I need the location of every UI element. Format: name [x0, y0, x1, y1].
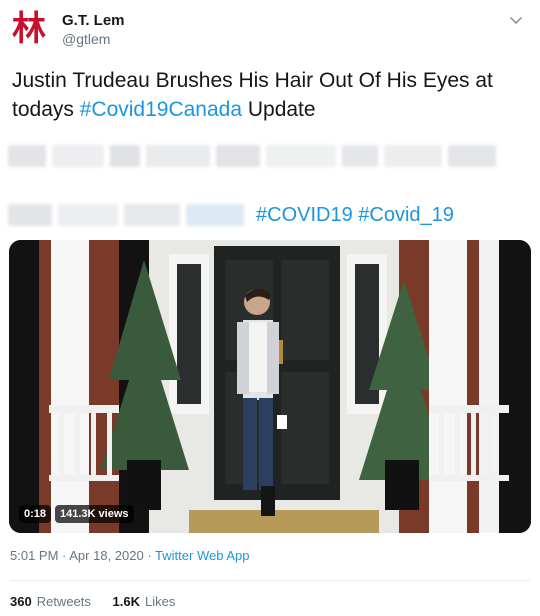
tweet-time[interactable]: 5:01 PM — [10, 548, 58, 563]
user-handle[interactable]: @gtlem — [62, 31, 110, 47]
tweet-stats: 360 Retweets 1.6K Likes — [10, 594, 193, 609]
redacted-text-line — [8, 141, 518, 171]
tweet-meta: 5:01 PM · Apr 18, 2020 · Twitter Web App — [10, 548, 249, 563]
hashtag-link[interactable]: #Covid19Canada — [80, 98, 242, 121]
likes-label: Likes — [145, 594, 176, 609]
quoted-hashtags: #COVID19 #Covid_19 — [256, 201, 454, 229]
likes-stat[interactable]: 1.6K Likes — [113, 594, 176, 609]
retweets-count: 360 — [10, 594, 32, 609]
video-duration-badge: 0:18 — [19, 505, 52, 523]
retweets-label: Retweets — [36, 594, 91, 609]
redacted-text-line — [8, 200, 253, 230]
video-thumbnail — [9, 240, 531, 533]
hashtag-link[interactable]: #COVID19 — [256, 204, 353, 226]
tweet-source-link[interactable]: Twitter Web App — [155, 548, 249, 563]
tweet-text-after: Update — [242, 98, 316, 121]
tweet-card: 林 G.T. Lem @gtlem Justin Trudeau Brushes… — [0, 0, 540, 616]
video-player[interactable]: 0:18 141.3K views — [9, 240, 531, 533]
meta-separator: · — [143, 548, 156, 563]
retweets-stat[interactable]: 360 Retweets — [10, 594, 91, 609]
meta-separator: · — [58, 548, 70, 563]
display-name[interactable]: G.T. Lem — [62, 12, 125, 29]
divider — [10, 580, 530, 581]
chevron-down-icon[interactable] — [506, 10, 526, 30]
video-views-badge: 141.3K views — [55, 505, 134, 523]
tweet-date[interactable]: Apr 18, 2020 — [69, 548, 143, 563]
likes-count: 1.6K — [112, 594, 140, 609]
avatar[interactable]: 林 — [9, 9, 49, 49]
tweet-text: Justin Trudeau Brushes His Hair Out Of H… — [12, 66, 522, 124]
hashtag-link[interactable]: #Covid_19 — [358, 204, 454, 226]
